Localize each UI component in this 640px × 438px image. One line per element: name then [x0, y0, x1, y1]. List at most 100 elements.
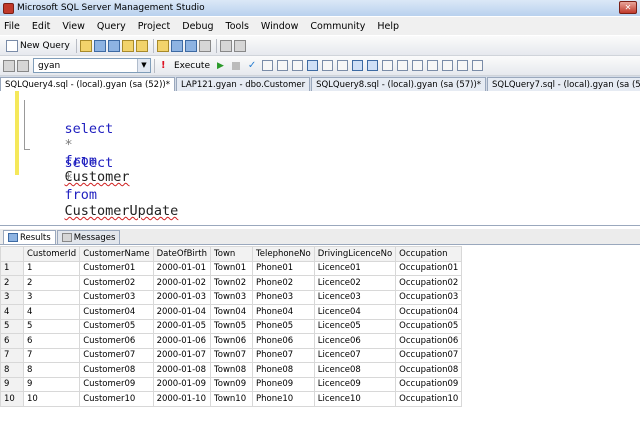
table-cell[interactable]: 2000-01-06	[152, 333, 212, 349]
table-cell[interactable]: Occupation10	[395, 391, 463, 407]
menu-query[interactable]: Query	[97, 21, 126, 32]
include-actual-plan-icon[interactable]	[322, 60, 334, 71]
table-row[interactable]: 4 4 Customer04 2000-01-04 Town04 Phone04 Licen…	[0, 304, 463, 320]
table-cell[interactable]: 2000-01-01	[152, 260, 212, 276]
table-cell[interactable]: 9	[22, 376, 81, 392]
open-file-icon[interactable]	[156, 39, 169, 52]
tab-sqlquery8[interactable]: SQLQuery8.sql - (local).gyan (sa (57))*	[311, 77, 487, 91]
results-to-grid-icon[interactable]	[307, 60, 319, 71]
table-cell[interactable]: Customer05	[79, 318, 154, 334]
row-number[interactable]: 10	[0, 391, 24, 407]
column-header[interactable]: CustomerId	[22, 246, 81, 262]
table-cell[interactable]: Occupation08	[395, 362, 463, 378]
table-cell[interactable]: Town09	[210, 376, 253, 392]
database-engine-query-icon[interactable]	[79, 39, 92, 52]
table-cell[interactable]: Licence10	[313, 391, 397, 407]
xmla-query-icon[interactable]	[135, 39, 148, 52]
table-cell[interactable]: Town01	[210, 260, 253, 276]
row-number[interactable]: 4	[0, 304, 24, 320]
table-cell[interactable]: Phone06	[252, 333, 315, 349]
menu-community[interactable]: Community	[310, 21, 365, 32]
table-cell[interactable]: Licence04	[313, 304, 397, 320]
results-to-text-icon[interactable]	[352, 60, 364, 71]
column-header[interactable]: DrivingLicenceNo	[313, 246, 397, 262]
table-cell[interactable]: Licence03	[313, 289, 397, 305]
table-cell[interactable]: Phone04	[252, 304, 315, 320]
table-cell[interactable]: Licence08	[313, 362, 397, 378]
table-cell[interactable]: Phone10	[252, 391, 315, 407]
mdx-query-icon[interactable]	[107, 39, 120, 52]
table-row[interactable]: 6 6 Customer06 2000-01-06 Town06 Phone06 Licen…	[0, 333, 463, 349]
query-designer-icon[interactable]	[277, 60, 289, 71]
table-cell[interactable]: Town07	[210, 347, 253, 363]
column-header[interactable]: TelephoneNo	[252, 246, 315, 262]
table-cell[interactable]: Licence06	[313, 333, 397, 349]
menu-tools[interactable]: Tools	[226, 21, 249, 32]
column-header[interactable]: Occupation	[395, 246, 463, 262]
table-cell[interactable]: Phone07	[252, 347, 315, 363]
specify-values-icon[interactable]	[457, 60, 469, 71]
table-cell[interactable]: 8	[22, 362, 81, 378]
table-cell[interactable]: Occupation04	[395, 304, 463, 320]
table-cell[interactable]: Phone01	[252, 260, 315, 276]
column-header[interactable]: Town	[210, 246, 253, 262]
dmx-query-icon[interactable]	[121, 39, 134, 52]
row-number[interactable]: 5	[0, 318, 24, 334]
table-cell[interactable]: 2000-01-09	[152, 376, 212, 392]
menu-debug[interactable]: Debug	[182, 21, 213, 32]
table-cell[interactable]: Licence09	[313, 376, 397, 392]
table-cell[interactable]: 2000-01-02	[152, 275, 212, 291]
table-cell[interactable]: Customer06	[79, 333, 154, 349]
menu-file[interactable]: File	[4, 21, 20, 32]
table-cell[interactable]: 1	[22, 260, 81, 276]
table-cell[interactable]: Town05	[210, 318, 253, 334]
results-grid-icon[interactable]	[367, 60, 379, 71]
table-row[interactable]: 3 3 Customer03 2000-01-03 Town03 Phone03 Licen…	[0, 289, 463, 305]
menu-window[interactable]: Window	[261, 21, 298, 32]
display-estimated-plan-icon[interactable]	[262, 60, 274, 71]
table-cell[interactable]: Town03	[210, 289, 253, 305]
table-cell[interactable]: Town10	[210, 391, 253, 407]
tab-sqlquery4[interactable]: SQLQuery4.sql - (local).gyan (sa (52))*	[0, 77, 175, 91]
print-icon[interactable]	[198, 39, 211, 52]
row-number[interactable]: 2	[0, 275, 24, 291]
table-cell[interactable]: Phone03	[252, 289, 315, 305]
uncomment-icon[interactable]	[412, 60, 424, 71]
chevron-down-icon[interactable]: ▼	[137, 59, 150, 72]
new-query-button[interactable]: New Query	[3, 38, 73, 54]
table-row[interactable]: 9 9 Customer09 2000-01-09 Town09 Phone09 Licen…	[0, 376, 463, 392]
table-cell[interactable]: 5	[22, 318, 81, 334]
table-row[interactable]: 1 1 Customer01 2000-01-01 Town01 Phone01 Licen…	[0, 260, 463, 276]
debug-play-icon[interactable]: ▶	[217, 61, 224, 71]
row-number[interactable]: 6	[0, 333, 24, 349]
table-cell[interactable]: 2000-01-05	[152, 318, 212, 334]
table-cell[interactable]: Town08	[210, 362, 253, 378]
table-cell[interactable]: Occupation09	[395, 376, 463, 392]
code-line-2[interactable]: select * from CustomerUpdate	[32, 139, 179, 235]
table-row[interactable]: 5 5 Customer05 2000-01-05 Town05 Phone05 Licen…	[0, 318, 463, 334]
table-cell[interactable]: Customer03	[79, 289, 154, 305]
table-cell[interactable]: 6	[22, 333, 81, 349]
row-number[interactable]: 8	[0, 362, 24, 378]
database-select[interactable]: gyan ▼	[33, 58, 151, 73]
row-number-header[interactable]	[0, 246, 24, 262]
table-cell[interactable]: 4	[22, 304, 81, 320]
menu-project[interactable]: Project	[138, 21, 171, 32]
decrease-indent-icon[interactable]	[427, 60, 439, 71]
table-row[interactable]: 8 8 Customer08 2000-01-08 Town08 Phone08 Licen…	[0, 362, 463, 378]
table-cell[interactable]: Licence02	[313, 275, 397, 291]
stop-icon[interactable]	[231, 61, 240, 70]
connect-icon[interactable]	[3, 59, 15, 72]
menu-help[interactable]: Help	[377, 21, 399, 32]
table-cell[interactable]: Town02	[210, 275, 253, 291]
tab-sqlquery7[interactable]: SQLQuery7.sql - (local).gyan (sa (55))*	[487, 77, 640, 91]
toolbar-overflow-icon[interactable]	[233, 39, 246, 52]
results-file-icon[interactable]	[382, 60, 394, 71]
table-cell[interactable]: Occupation06	[395, 333, 463, 349]
toolbar-overflow-icon[interactable]	[472, 60, 484, 71]
table-cell[interactable]: Customer02	[79, 275, 154, 291]
table-cell[interactable]: Phone08	[252, 362, 315, 378]
table-cell[interactable]: 2000-01-10	[152, 391, 212, 407]
menu-edit[interactable]: Edit	[32, 21, 50, 32]
table-cell[interactable]: Licence05	[313, 318, 397, 334]
